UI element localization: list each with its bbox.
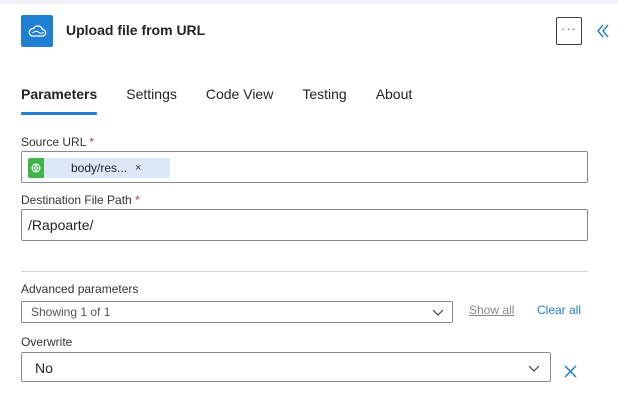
collapse-panel-icon[interactable] — [595, 23, 611, 39]
source-url-label: Source URL * — [21, 135, 94, 149]
chevron-down-icon — [432, 309, 444, 316]
chevron-down-icon — [528, 365, 540, 372]
action-title: Upload file from URL — [66, 22, 206, 38]
onedrive-cloud-icon — [21, 15, 53, 47]
tab-bar: Parameters Settings Code View Testing Ab… — [21, 86, 441, 116]
required-marker: * — [135, 193, 140, 207]
clear-all-link[interactable]: Clear all — [537, 303, 581, 317]
tab-settings[interactable]: Settings — [126, 86, 177, 116]
tab-code-view[interactable]: Code View — [206, 86, 273, 116]
overwrite-label: Overwrite — [21, 335, 73, 349]
required-marker: * — [89, 135, 94, 149]
source-url-field[interactable]: body/res... × — [21, 151, 588, 183]
destination-label-text: Destination File Path — [21, 193, 132, 207]
tab-testing[interactable]: Testing — [302, 86, 346, 116]
destination-path-input[interactable]: /Rapoarte/ — [21, 209, 588, 241]
advanced-parameters-label: Advanced parameters — [21, 282, 139, 296]
destination-path-value: /Rapoarte/ — [28, 217, 94, 233]
tab-about[interactable]: About — [376, 86, 413, 116]
token-label: body/res... — [71, 161, 128, 175]
more-options-button[interactable]: ··· — [556, 17, 582, 45]
top-border — [0, 0, 618, 4]
section-divider — [21, 271, 588, 272]
show-all-link[interactable]: Show all — [469, 303, 514, 317]
dynamic-content-token[interactable]: body/res... × — [28, 158, 170, 178]
overwrite-dropdown[interactable]: No — [21, 352, 551, 382]
destination-label: Destination File Path * — [21, 193, 140, 207]
advanced-parameters-value: Showing 1 of 1 — [31, 305, 111, 319]
advanced-parameters-dropdown[interactable]: Showing 1 of 1 — [21, 301, 453, 323]
tab-parameters[interactable]: Parameters — [21, 86, 98, 116]
source-url-label-text: Source URL — [21, 135, 86, 149]
http-globe-icon — [28, 158, 44, 178]
token-remove-icon[interactable]: × — [135, 162, 141, 174]
overwrite-value: No — [35, 360, 53, 376]
remove-parameter-icon[interactable] — [563, 364, 578, 379]
